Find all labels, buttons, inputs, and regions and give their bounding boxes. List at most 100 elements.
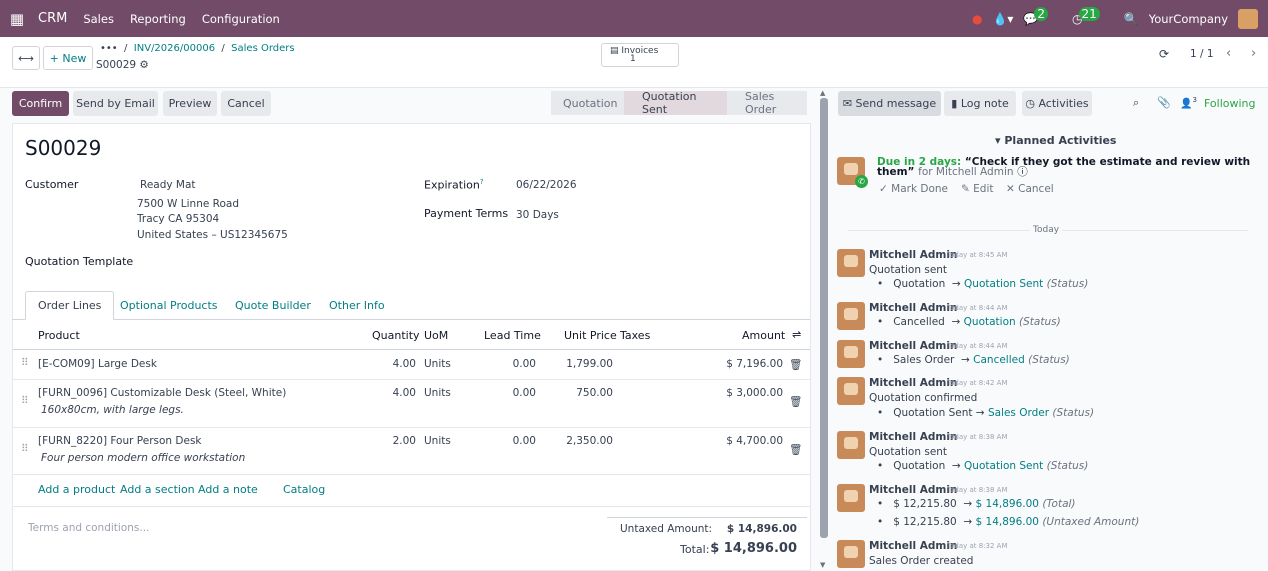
- scroll-up-icon[interactable]: ▲: [820, 89, 825, 97]
- send-email-button[interactable]: Send by Email: [73, 91, 158, 116]
- following-button[interactable]: Following: [1204, 97, 1256, 110]
- row-uom[interactable]: Units: [424, 435, 451, 447]
- table-row[interactable]: ⠿ [FURN_8220] Four Person Desk Four pers…: [13, 428, 810, 475]
- col-uom[interactable]: UoM: [424, 329, 448, 342]
- form-scrollbar[interactable]: [820, 98, 828, 538]
- row-unit-price[interactable]: 2,350.00: [553, 435, 613, 447]
- apps-menu-icon[interactable]: ▦: [0, 10, 34, 28]
- edit-activity-button[interactable]: ✎ Edit: [961, 183, 993, 195]
- user-avatar[interactable]: [1238, 8, 1258, 29]
- record-title[interactable]: S00029: [25, 136, 101, 160]
- row-product[interactable]: [E-COM09] Large Desk: [38, 358, 157, 370]
- catalog-link[interactable]: Catalog: [283, 483, 325, 496]
- delete-row-icon[interactable]: 🗑: [789, 358, 802, 371]
- cancel-button[interactable]: Cancel: [221, 91, 271, 116]
- message-author[interactable]: Mitchell Admin: [869, 340, 957, 352]
- menu-reporting[interactable]: Reporting: [130, 12, 186, 26]
- row-lead-time[interactable]: 0.00: [483, 435, 536, 447]
- add-product-link[interactable]: Add a product: [38, 483, 115, 496]
- send-message-button[interactable]: ✉ Send message: [838, 91, 941, 116]
- paperclip-icon[interactable]: 📎: [1157, 96, 1171, 109]
- bug-icon[interactable]: ●: [972, 12, 982, 26]
- search-icon[interactable]: 🔍: [1124, 12, 1139, 26]
- message-author[interactable]: Mitchell Admin: [869, 377, 957, 389]
- row-description[interactable]: 160x80cm, with large legs.: [41, 404, 184, 416]
- tab-order-lines[interactable]: Order Lines: [25, 291, 115, 320]
- table-row[interactable]: ⠿ [FURN_0096] Customizable Desk (Steel, …: [13, 380, 810, 428]
- col-product[interactable]: Product: [38, 329, 80, 342]
- row-quantity[interactable]: 4.00: [363, 387, 416, 399]
- row-unit-price[interactable]: 1,799.00: [553, 358, 613, 370]
- drag-handle-icon[interactable]: ⠿: [21, 357, 29, 369]
- add-note-link[interactable]: Add a note: [198, 483, 258, 496]
- message-author[interactable]: Mitchell Admin: [869, 540, 957, 552]
- activities-button[interactable]: ◷ Activities: [1022, 91, 1092, 116]
- toggle-icon[interactable]: ⟷: [12, 46, 40, 70]
- tab-optional-products[interactable]: Optional Products: [108, 291, 230, 320]
- breadcrumb-more-icon[interactable]: •••: [100, 43, 118, 54]
- row-product[interactable]: [FURN_0096] Customizable Desk (Steel, Wh…: [38, 387, 286, 399]
- row-product[interactable]: [FURN_8220] Four Person Desk: [38, 435, 202, 447]
- info-icon[interactable]: ⓘ: [1017, 166, 1028, 178]
- planned-activities-toggle[interactable]: ▾ Planned Activities: [995, 134, 1116, 147]
- stage-sales-order[interactable]: Sales Order: [727, 90, 807, 116]
- invoices-smart-button[interactable]: ▤ Invoices 1: [601, 43, 679, 67]
- drag-handle-icon[interactable]: ⠿: [21, 443, 29, 455]
- activities-icon[interactable]: ◷21: [1072, 6, 1114, 26]
- company-switcher[interactable]: YourCompany: [1149, 12, 1228, 26]
- column-settings-icon[interactable]: ⇌: [792, 328, 801, 341]
- delete-row-icon[interactable]: 🗑: [789, 443, 802, 456]
- log-note-button[interactable]: ▮ Log note: [944, 91, 1016, 116]
- row-lead-time[interactable]: 0.00: [483, 358, 536, 370]
- messages-icon[interactable]: 💬2: [1023, 6, 1062, 26]
- add-section-link[interactable]: Add a section: [120, 483, 195, 496]
- tab-other-info[interactable]: Other Info: [317, 291, 397, 320]
- pager-prev-icon[interactable]: ‹: [1226, 46, 1231, 61]
- row-quantity[interactable]: 2.00: [363, 435, 416, 447]
- tab-quote-builder[interactable]: Quote Builder: [223, 291, 323, 320]
- cancel-activity-button[interactable]: ✕ Cancel: [1006, 183, 1054, 195]
- message-author[interactable]: Mitchell Admin: [869, 484, 957, 496]
- pager[interactable]: 1 / 1: [1190, 48, 1214, 60]
- col-unit-price[interactable]: Unit Price: [564, 329, 617, 342]
- row-description[interactable]: Four person modern office workstation: [41, 452, 245, 464]
- confirm-button[interactable]: Confirm: [12, 91, 69, 116]
- drag-handle-icon[interactable]: ⠿: [21, 395, 29, 407]
- row-uom[interactable]: Units: [424, 358, 451, 370]
- menu-sales[interactable]: Sales: [83, 12, 114, 26]
- row-lead-time[interactable]: 0.00: [483, 387, 536, 399]
- drop-icon[interactable]: 💧▾: [992, 12, 1013, 26]
- payment-terms-field[interactable]: 30 Days: [516, 209, 559, 221]
- menu-configuration[interactable]: Configuration: [202, 12, 280, 26]
- pager-next-icon[interactable]: ›: [1251, 46, 1256, 61]
- refresh-icon[interactable]: ⟳: [1159, 47, 1169, 61]
- row-quantity[interactable]: 4.00: [363, 358, 416, 370]
- expiration-help-icon[interactable]: ?: [480, 178, 484, 186]
- app-brand[interactable]: CRM: [38, 11, 67, 26]
- row-uom[interactable]: Units: [424, 387, 451, 399]
- new-button[interactable]: + New: [43, 46, 93, 70]
- chatter-search-icon[interactable]: ⌕: [1133, 96, 1139, 110]
- customer-field[interactable]: Ready Mat: [140, 179, 196, 191]
- delete-row-icon[interactable]: 🗑: [789, 395, 802, 408]
- expiration-field[interactable]: 06/22/2026: [516, 179, 577, 191]
- message-author[interactable]: Mitchell Admin: [869, 431, 957, 443]
- breadcrumb-sales-orders[interactable]: Sales Orders: [231, 43, 294, 54]
- terms-input[interactable]: Terms and conditions...: [28, 522, 149, 534]
- gear-icon[interactable]: ⚙: [139, 59, 148, 71]
- followers-button[interactable]: 👤3: [1180, 96, 1197, 109]
- scroll-down-icon[interactable]: ▼: [820, 561, 825, 569]
- message-author[interactable]: Mitchell Admin: [869, 249, 957, 261]
- col-taxes[interactable]: Taxes: [620, 329, 650, 342]
- mark-done-button[interactable]: ✓ Mark Done: [879, 183, 948, 195]
- table-row[interactable]: ⠿ [E-COM09] Large Desk 4.00 Units 0.00 1…: [13, 350, 810, 380]
- col-amount[interactable]: Amount: [742, 329, 785, 342]
- col-lead-time[interactable]: Lead Time: [484, 329, 541, 342]
- breadcrumb-invoice[interactable]: INV/2026/00006: [134, 43, 215, 54]
- stage-quotation-sent[interactable]: Quotation Sent: [624, 90, 727, 116]
- message-author[interactable]: Mitchell Admin: [869, 302, 957, 314]
- stage-quotation[interactable]: Quotation: [551, 91, 624, 115]
- preview-button[interactable]: Preview: [163, 91, 217, 116]
- col-quantity[interactable]: Quantity: [372, 329, 420, 342]
- row-unit-price[interactable]: 750.00: [553, 387, 613, 399]
